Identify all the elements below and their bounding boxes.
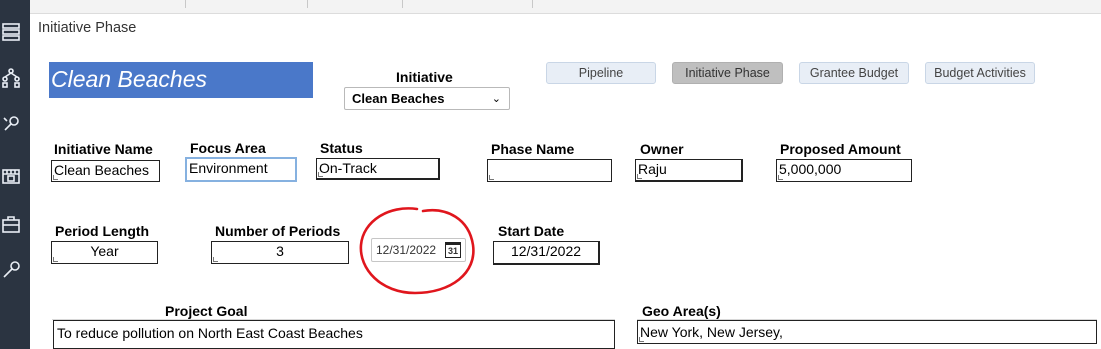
date-picker-input[interactable]: 12/31/2022 31: [371, 238, 466, 262]
period-length-label: Period Length: [55, 223, 150, 239]
project-goal-label: Project Goal: [165, 303, 248, 319]
list-icon[interactable]: [0, 20, 22, 44]
period-length-field[interactable]: Year: [51, 241, 158, 264]
proposed-amount-label: Proposed Amount: [780, 141, 901, 157]
geo-area-label: Geo Area(s): [642, 303, 721, 319]
calendar-icon[interactable]: 31: [445, 242, 461, 258]
owner-label: Owner: [640, 141, 684, 157]
start-date-label: Start Date: [498, 223, 565, 239]
initiative-name-label: Initiative Name: [54, 141, 153, 157]
briefcase-icon[interactable]: [0, 212, 22, 236]
page-title: Initiative Phase: [38, 20, 137, 36]
number-of-periods-label: Number of Periods: [215, 223, 341, 239]
start-date-field[interactable]: 12/31/2022: [493, 241, 600, 265]
number-of-periods-field[interactable]: 3: [211, 241, 349, 264]
focus-area-field[interactable]: Environment: [185, 157, 297, 182]
tab-pipeline[interactable]: Pipeline: [546, 62, 656, 84]
date-picker-value: 12/31/2022: [376, 243, 437, 257]
proposed-amount-field[interactable]: 5,000,000: [776, 159, 912, 182]
initiative-select[interactable]: Clean Beaches ⌄: [344, 87, 510, 110]
geo-area-field[interactable]: New York, New Jersey,: [637, 320, 1097, 344]
project-goal-field[interactable]: To reduce pollution on North East Coast …: [53, 320, 615, 349]
owner-field[interactable]: Raju: [635, 159, 743, 182]
phase-name-field[interactable]: [487, 159, 612, 182]
initiative-label: Initiative: [396, 69, 453, 85]
status-label: Status: [320, 140, 363, 156]
focus-area-label: Focus Area: [190, 140, 266, 156]
hierarchy-icon[interactable]: [0, 66, 22, 90]
status-field[interactable]: On-Track: [316, 158, 440, 180]
tab-grantee-budget[interactable]: Grantee Budget: [799, 62, 909, 84]
initiative-banner: Clean Beaches: [49, 62, 313, 98]
film-icon[interactable]: [0, 164, 22, 188]
tab-budget-activities[interactable]: Budget Activities: [925, 62, 1035, 84]
tools-icon[interactable]: [0, 112, 22, 136]
initiative-name-field[interactable]: Clean Beaches: [51, 160, 160, 182]
initiative-select-value: Clean Beaches: [352, 91, 445, 106]
left-nav-rail: [0, 0, 30, 349]
phase-name-label: Phase Name: [491, 141, 575, 157]
wrench-icon[interactable]: [0, 258, 22, 282]
top-toolbar: [30, 0, 1101, 14]
tab-initiative-phase[interactable]: Initiative Phase: [672, 62, 783, 84]
chevron-down-icon: ⌄: [491, 93, 501, 105]
